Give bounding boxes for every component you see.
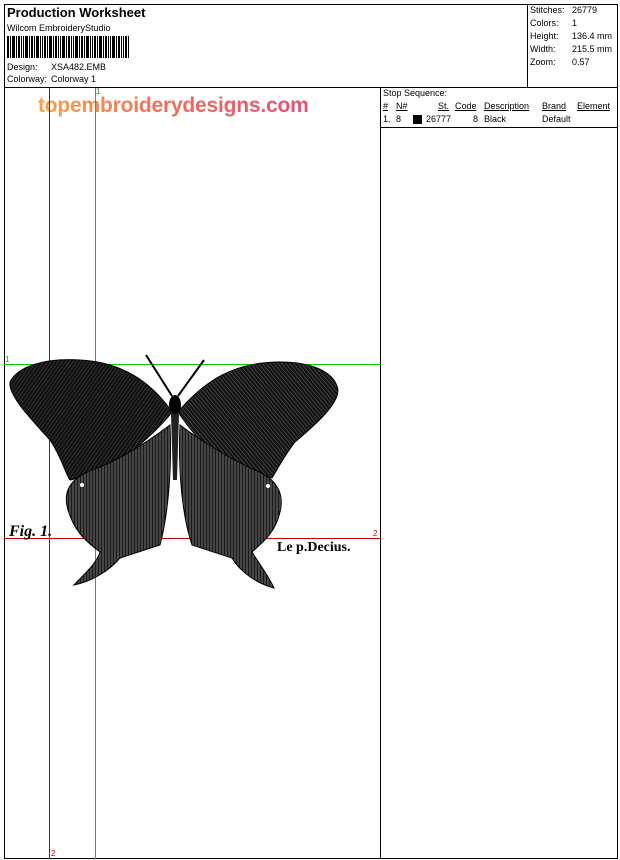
color-swatch	[413, 115, 422, 124]
col-needle: N#	[396, 101, 408, 111]
stop-sequence-divider	[381, 127, 618, 128]
row-stitches: 26777	[426, 114, 452, 124]
figure-caption-left: Fig. 1.	[9, 523, 53, 540]
col-code: Code	[455, 101, 477, 111]
col-description: Description	[484, 101, 530, 111]
butterfly-embroidery-image	[9, 354, 339, 589]
col-index: #	[383, 101, 389, 111]
figure-caption-right: Le p.Decius.	[277, 540, 351, 555]
stop-sequence-header: # N# St. Code Description Brand Element	[381, 101, 617, 114]
col-stitches: St.	[438, 101, 450, 111]
row-brand: Default	[542, 114, 571, 124]
table-row[interactable]: 1. 8 26777 8 Black Default	[381, 114, 617, 126]
row-index: 1.	[383, 114, 391, 124]
row-needle: 8	[396, 114, 402, 124]
stop-sequence-title: Stop Sequence:	[383, 88, 448, 98]
row-code: 8	[473, 114, 479, 124]
col-brand: Brand	[542, 101, 567, 111]
col-element: Element	[577, 101, 611, 111]
row-description: Black	[484, 114, 507, 124]
